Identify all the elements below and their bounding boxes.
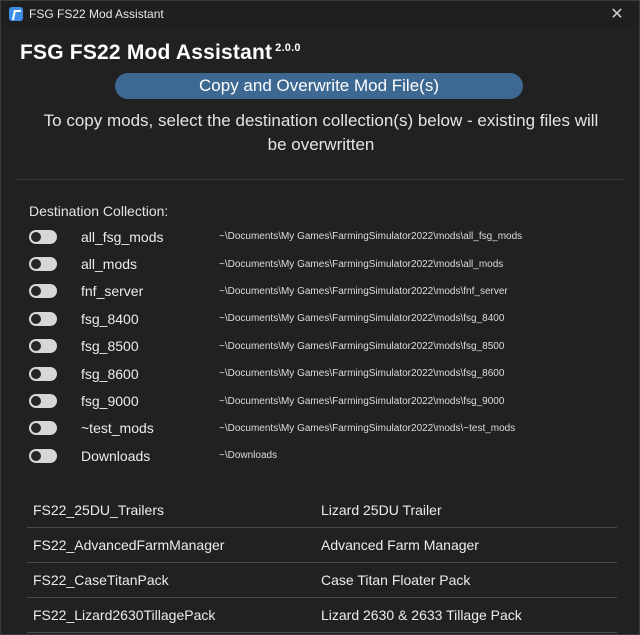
mod-file-name: FS22_Lizard2630TillagePack — [33, 607, 216, 623]
collection-path: ~\Documents\My Games\FarmingSimulator202… — [219, 313, 505, 325]
app-logo-icon — [9, 7, 23, 21]
mod-title: Case Titan Floater Pack — [321, 572, 471, 588]
collection-toggle[interactable] — [29, 229, 57, 244]
mod-file-name: FS22_25DU_Trailers — [33, 502, 164, 518]
collection-path: ~\Documents\My Games\FarmingSimulator202… — [219, 258, 504, 270]
collection-row: all_fsg_mods ~\Documents\My Games\Farmin… — [29, 223, 609, 250]
destination-collection-label: Destination Collection: — [29, 203, 169, 219]
collection-row: fsg_9000 ~\Documents\My Games\FarmingSim… — [29, 387, 609, 414]
collection-path: ~\Documents\My Games\FarmingSimulator202… — [219, 340, 505, 352]
copy-overwrite-button[interactable]: Copy and Overwrite Mod File(s) — [115, 73, 523, 99]
collection-path: ~\Documents\My Games\FarmingSimulator202… — [219, 422, 516, 434]
title-bar[interactable]: FSG FS22 Mod Assistant ✕ — [1, 1, 639, 27]
main-content: FSG FS22 Mod Assistant 2.0.0 Copy and Ove… — [1, 27, 639, 634]
collection-name: Downloads — [81, 447, 151, 464]
collection-path: ~\Documents\My Games\FarmingSimulator202… — [219, 368, 505, 380]
collection-toggle[interactable] — [29, 339, 57, 354]
collection-path: ~\Documents\My Games\FarmingSimulator202… — [219, 285, 508, 297]
collection-row: fnf_server ~\Documents\My Games\FarmingS… — [29, 278, 609, 305]
collection-row: fsg_8400 ~\Documents\My Games\FarmingSim… — [29, 305, 609, 332]
collection-path: ~\Documents\My Games\FarmingSimulator202… — [219, 231, 523, 243]
collection-name: fnf_server — [81, 283, 144, 300]
mod-file-name: FS22_CaseTitanPack — [33, 572, 169, 588]
mod-file-name: FS22_AdvancedFarmManager — [33, 537, 225, 553]
collection-row: ~test_mods ~\Documents\My Games\FarmingS… — [29, 415, 609, 442]
collection-name: ~test_mods — [81, 420, 154, 437]
collection-toggle[interactable] — [29, 284, 57, 299]
mod-list: FS22_25DU_Trailers Lizard 25DU Trailer F… — [27, 493, 617, 633]
instructions-text: To copy mods, select the destination col… — [43, 111, 599, 154]
collection-toggle[interactable] — [29, 366, 57, 381]
mod-row: FS22_CaseTitanPack Case Titan Floater Pa… — [27, 563, 617, 598]
collection-row: fsg_8600 ~\Documents\My Games\FarmingSim… — [29, 360, 609, 387]
collection-row: fsg_8500 ~\Documents\My Games\FarmingSim… — [29, 333, 609, 360]
collection-toggle[interactable] — [29, 311, 57, 326]
collection-name: fsg_8500 — [81, 338, 139, 355]
window-title: FSG FS22 Mod Assistant — [29, 7, 164, 21]
collection-toggle[interactable] — [29, 448, 57, 463]
page-title: FSG FS22 Mod Assistant 2.0.0 — [20, 41, 301, 65]
collection-row: all_mods ~\Documents\My Games\FarmingSim… — [29, 250, 609, 277]
collection-toggle[interactable] — [29, 257, 57, 272]
collection-list: all_fsg_mods ~\Documents\My Games\Farmin… — [29, 223, 609, 470]
close-button[interactable]: ✕ — [595, 1, 639, 27]
mod-title: Advanced Farm Manager — [321, 537, 479, 553]
mod-row: FS22_25DU_Trailers Lizard 25DU Trailer — [27, 493, 617, 528]
mod-row: FS22_AdvancedFarmManager Advanced Farm M… — [27, 528, 617, 563]
app-title-text: FSG FS22 Mod Assistant — [20, 41, 273, 64]
divider — [15, 179, 625, 180]
collection-name: all_fsg_mods — [81, 228, 164, 245]
collection-path: ~\Downloads — [219, 450, 278, 462]
collection-name: fsg_9000 — [81, 393, 139, 410]
version-label: 2.0.0 — [275, 42, 301, 54]
mod-row: FS22_Lizard2630TillagePack Lizard 2630 &… — [27, 598, 617, 633]
mod-title: Lizard 25DU Trailer — [321, 502, 442, 518]
collection-toggle[interactable] — [29, 421, 57, 436]
collection-name: fsg_8400 — [81, 310, 139, 327]
mod-title: Lizard 2630 & 2633 Tillage Pack — [321, 607, 522, 623]
collection-row: Downloads ~\Downloads — [29, 442, 609, 469]
app-window: FSG FS22 Mod Assistant ✕ FSG FS22 Mod As… — [0, 0, 640, 635]
collection-toggle[interactable] — [29, 394, 57, 409]
collection-path: ~\Documents\My Games\FarmingSimulator202… — [219, 395, 505, 407]
collection-name: fsg_8600 — [81, 365, 139, 382]
collection-name: all_mods — [81, 256, 138, 273]
